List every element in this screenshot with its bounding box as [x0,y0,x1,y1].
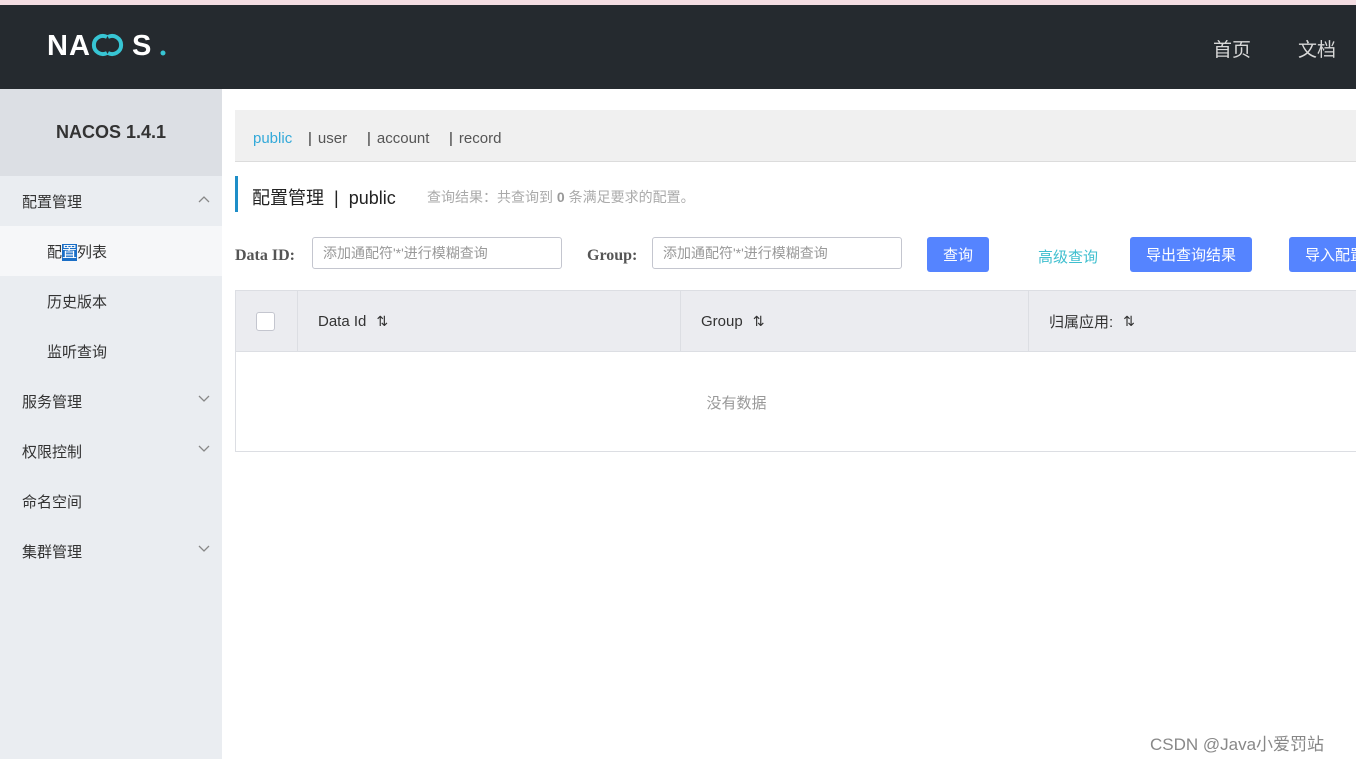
watermark: CSDN @Java小爱罚站 [1150,735,1325,754]
chevron-down-icon [198,445,210,452]
query-result-summary: 查询结果：共查询到 0 条满足要求的配置。 [427,189,695,205]
sidebar-item-label: 配置管理 [22,193,83,211]
sort-icon[interactable]: ⇅ [753,313,765,330]
empty-text: 没有数据 [706,394,767,412]
namespace-separator: | [367,130,371,147]
export-results-button[interactable]: 导出查询结果 [1130,237,1252,272]
column-header-dataid[interactable]: Data Id ⇅ [298,291,681,351]
sidebar-item-label: 命名空间 [22,493,83,511]
page-title: 配置管理 | public [252,188,396,208]
sidebar-item-history[interactable]: 历史版本 [0,276,222,326]
sidebar-item-config-management[interactable]: 配置管理 [0,176,222,226]
sort-icon[interactable]: ⇅ [376,313,388,330]
sidebar: NACOS 1.4.1 配置管理 配置列表 历史版本 监听查询 服务管理 权限控… [0,89,222,759]
advanced-query-link[interactable]: 高级查询 [1038,246,1098,267]
sidebar-item-label: 集群管理 [22,543,83,561]
sidebar-item-namespace[interactable]: 命名空间 [0,476,222,526]
sidebar-item-label: 权限控制 [22,443,83,461]
namespace-tab-record[interactable]: | record [449,130,501,147]
chevron-down-icon [198,545,210,552]
sidebar-item-access-control[interactable]: 权限控制 [0,426,222,476]
sidebar-item-cluster-management[interactable]: 集群管理 [0,526,222,576]
dataid-input[interactable] [312,237,562,269]
namespace-tab-public[interactable]: public [253,130,292,147]
version-label: NACOS 1.4.1 [0,89,222,176]
nav-docs-link[interactable]: 文档 [1298,35,1336,62]
select-all-checkbox[interactable] [256,311,275,331]
sort-icon[interactable]: ⇅ [1123,313,1135,330]
sidebar-item-label: 历史版本 [47,293,108,311]
config-table: Data Id ⇅ Group ⇅ 归属应用: ⇅ 没有数据 [235,290,1356,452]
column-header-group[interactable]: Group ⇅ [681,291,1029,351]
query-button[interactable]: 查询 [927,237,989,272]
chevron-down-icon [198,395,210,402]
page-title-bar: 配置管理 | public 查询结果：共查询到 0 条满足要求的配置。 [235,176,695,212]
namespace-tab-user[interactable]: | user [308,130,347,147]
dataid-label: Data ID: [235,247,295,264]
svg-text:NA: NA [47,30,91,61]
nacos-logo[interactable]: NA S [47,29,172,61]
group-label: Group: [587,247,638,264]
group-input[interactable] [652,237,902,269]
svg-text:S: S [132,30,151,61]
nav-home-link[interactable]: 首页 [1213,35,1251,62]
sidebar-item-label: 配置列表 [47,243,108,261]
namespace-separator: | [308,130,312,147]
empty-state: 没有数据 [236,352,1356,452]
column-header-app[interactable]: 归属应用: ⇅ [1029,291,1356,351]
namespace-tab-account[interactable]: | account [367,130,429,147]
sidebar-item-config-list[interactable]: 配置列表 [0,226,222,276]
sidebar-item-listener-query[interactable]: 监听查询 [0,326,222,376]
text-selection-highlight: 置 [62,243,78,261]
table-header: Data Id ⇅ Group ⇅ 归属应用: ⇅ [236,291,1356,352]
namespace-bar: public | user | account | record [235,110,1356,162]
namespace-separator: | [449,130,453,147]
top-header: NA S 首页 文档 [0,5,1356,89]
sidebar-item-label: 服务管理 [22,393,83,411]
sidebar-item-label: 监听查询 [47,343,108,361]
import-config-button[interactable]: 导入配置 [1289,237,1356,272]
chevron-up-icon [198,196,210,203]
sidebar-item-service-management[interactable]: 服务管理 [0,376,222,426]
select-all-cell [236,291,298,351]
